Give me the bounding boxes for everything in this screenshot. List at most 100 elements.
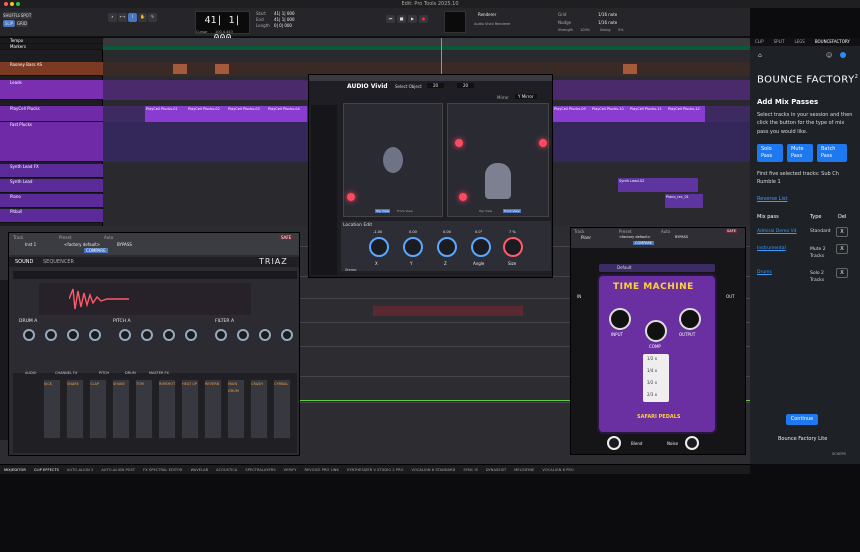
strength-value[interactable]: 100% xyxy=(580,28,590,32)
tab-clip[interactable]: CLIP xyxy=(750,38,769,46)
reverse-list-link[interactable]: Reverse List xyxy=(757,196,787,202)
clip[interactable]: PlayCell Plucks-10 xyxy=(591,106,629,122)
sound-object-dot[interactable] xyxy=(459,193,467,201)
knob[interactable] xyxy=(237,329,249,341)
return-to-zero-button[interactable]: ⏮ xyxy=(386,15,395,23)
safe-button[interactable]: SAFE xyxy=(279,235,294,240)
workspace-tab[interactable]: AUTO-ALIGN POST xyxy=(97,465,139,475)
workspace-tab[interactable]: SYNC IS xyxy=(459,465,482,475)
settings-icon[interactable] xyxy=(840,52,846,58)
grid-value[interactable]: 1/16 note xyxy=(598,12,617,17)
mixer-tab-master-fx[interactable]: MASTER FX xyxy=(149,371,169,375)
preset-select[interactable]: <factory default> xyxy=(64,242,100,247)
knob-value-x[interactable]: -1.00 xyxy=(373,230,382,234)
clip[interactable]: Piano_rec_01 xyxy=(665,194,703,208)
workspace-tab[interactable]: AUTO-ALIGN 2 xyxy=(63,465,97,475)
grabber-tool-icon[interactable]: ✋ xyxy=(138,13,147,22)
start-value[interactable]: 41| 1| 000 xyxy=(274,11,295,16)
drum-pad[interactable]: RIMSHOT xyxy=(158,379,176,439)
knob[interactable] xyxy=(45,329,57,341)
compare-button[interactable]: COMPARE xyxy=(84,248,108,253)
track-header-synth-lead[interactable]: Synth Lead xyxy=(0,179,103,193)
mix-pass-name[interactable]: Drums xyxy=(757,270,807,275)
clip[interactable] xyxy=(173,64,187,74)
mix-pass-name[interactable]: Admiral Demo V4 xyxy=(757,229,807,234)
delete-row-button[interactable]: X xyxy=(836,244,848,254)
angle-knob[interactable] xyxy=(471,237,491,257)
workspace-tab[interactable]: ACOUSTICA xyxy=(212,465,241,475)
track-select[interactable]: Inst 1 xyxy=(25,242,36,247)
noise-knob[interactable] xyxy=(685,436,699,450)
stop-button[interactable]: ■ xyxy=(397,15,406,23)
renderer-value[interactable]: Audio Vivid Renderer xyxy=(474,22,511,26)
knob[interactable] xyxy=(23,329,35,341)
multiplier-option[interactable]: 1/2 x xyxy=(647,356,657,361)
workspace-tab[interactable]: DYNASSIST xyxy=(482,465,510,475)
workspace-tab[interactable]: SPECTRALAYERS xyxy=(241,465,279,475)
workspace-tab[interactable]: FX SPECTRAL EDITOR xyxy=(139,465,186,475)
drum-pad[interactable]: TOM xyxy=(135,379,153,439)
x-knob[interactable] xyxy=(369,237,389,257)
clip[interactable]: PlayCell Plucks-02 xyxy=(187,106,227,122)
z-knob[interactable] xyxy=(437,237,457,257)
record-button[interactable]: ● xyxy=(419,15,428,23)
time-machine-plugin-window[interactable]: Track Preset Auto Pianr <factory default… xyxy=(570,227,746,455)
workspace-tab[interactable]: MELODYNE xyxy=(510,465,538,475)
tab-legs[interactable]: LEGS xyxy=(789,38,809,46)
preset-display[interactable]: Default xyxy=(599,264,715,272)
knob[interactable] xyxy=(141,329,153,341)
track-header-fast-plucks[interactable]: Fast Plucks xyxy=(0,122,103,162)
workspace-tab[interactable]: WAVELAB xyxy=(187,465,213,475)
pin-icon[interactable]: ⌂ xyxy=(758,52,762,59)
preset-select[interactable]: <factory default> xyxy=(619,235,651,239)
window-minimize-button[interactable] xyxy=(10,2,14,6)
mix-pass-name[interactable]: Instrumental xyxy=(757,246,807,251)
pencil-tool-icon[interactable]: ✎ xyxy=(148,13,157,22)
sound-object-dot[interactable] xyxy=(539,139,547,147)
workspace-tab[interactable]: MIX/EDITOR xyxy=(0,465,30,475)
multiplier-option[interactable]: 2/3 x xyxy=(647,392,657,397)
swing-value[interactable]: 0% xyxy=(618,28,624,32)
nudge-value[interactable]: 1/16 note xyxy=(598,20,617,25)
workspace-tab[interactable]: CLIP EFFECTS xyxy=(30,465,63,475)
clip[interactable]: PlayCell Plucks-04 xyxy=(267,106,307,122)
delete-row-button[interactable]: X xyxy=(836,268,848,278)
view-button[interactable]: Top View xyxy=(375,209,391,213)
continue-button[interactable]: Continue xyxy=(786,414,818,425)
workspace-tab[interactable]: VERIFY xyxy=(280,465,301,475)
mode-shuffle-button[interactable]: SHUFFLE xyxy=(3,12,21,19)
track-header-synth-lead-fx[interactable]: Synth Lead FX xyxy=(0,164,103,178)
bypass-button[interactable]: BYPASS xyxy=(675,235,688,239)
clip[interactable]: PlayCell Plucks-03 xyxy=(227,106,267,122)
window-close-button[interactable] xyxy=(4,2,8,6)
clip[interactable] xyxy=(373,306,523,316)
tab-split[interactable]: SPLIT xyxy=(769,38,790,46)
clip[interactable]: PlayCell Plucks-12 xyxy=(667,106,705,122)
track-select[interactable]: Pianr xyxy=(581,235,591,240)
multiplier-option[interactable]: 1/4 x xyxy=(647,368,657,373)
knob[interactable] xyxy=(67,329,79,341)
size-knob[interactable] xyxy=(503,237,523,257)
mixer-tab-channel-fx[interactable]: CHANNEL FX xyxy=(55,371,77,375)
knob[interactable] xyxy=(215,329,227,341)
clip[interactable]: PlayCell Plucks-09 xyxy=(553,106,591,122)
length-value[interactable]: 0| 0| 000 xyxy=(274,23,292,28)
selector-tool-icon[interactable]: I xyxy=(128,13,137,22)
triaz-plugin-window[interactable]: Track Preset Auto Inst 1 <factory defaul… xyxy=(8,232,300,456)
multiplier-option[interactable]: 3/2 x xyxy=(647,380,657,385)
end-value[interactable]: 41| 1| 000 xyxy=(274,17,295,22)
safe-button[interactable]: SAFE xyxy=(726,229,737,233)
mute-pass-button[interactable]: Mute Pass xyxy=(787,144,813,162)
tab-bouncefactory[interactable]: BOUNCEFACTORY xyxy=(810,38,855,46)
comp-knob[interactable] xyxy=(645,320,667,342)
knob[interactable] xyxy=(163,329,175,341)
y-knob[interactable] xyxy=(403,237,423,257)
window-zoom-button[interactable] xyxy=(16,2,20,6)
compare-button[interactable]: COMPARE xyxy=(633,241,655,245)
workspace-tab[interactable]: REVOICE PRO LINK xyxy=(300,465,342,475)
drum-pad[interactable]: SHAKE xyxy=(112,379,130,439)
track-header-markers[interactable]: Markers xyxy=(0,44,103,50)
input-knob[interactable] xyxy=(609,308,631,330)
drum-pad[interactable]: REVERB xyxy=(204,379,222,439)
output-knob[interactable] xyxy=(679,308,701,330)
